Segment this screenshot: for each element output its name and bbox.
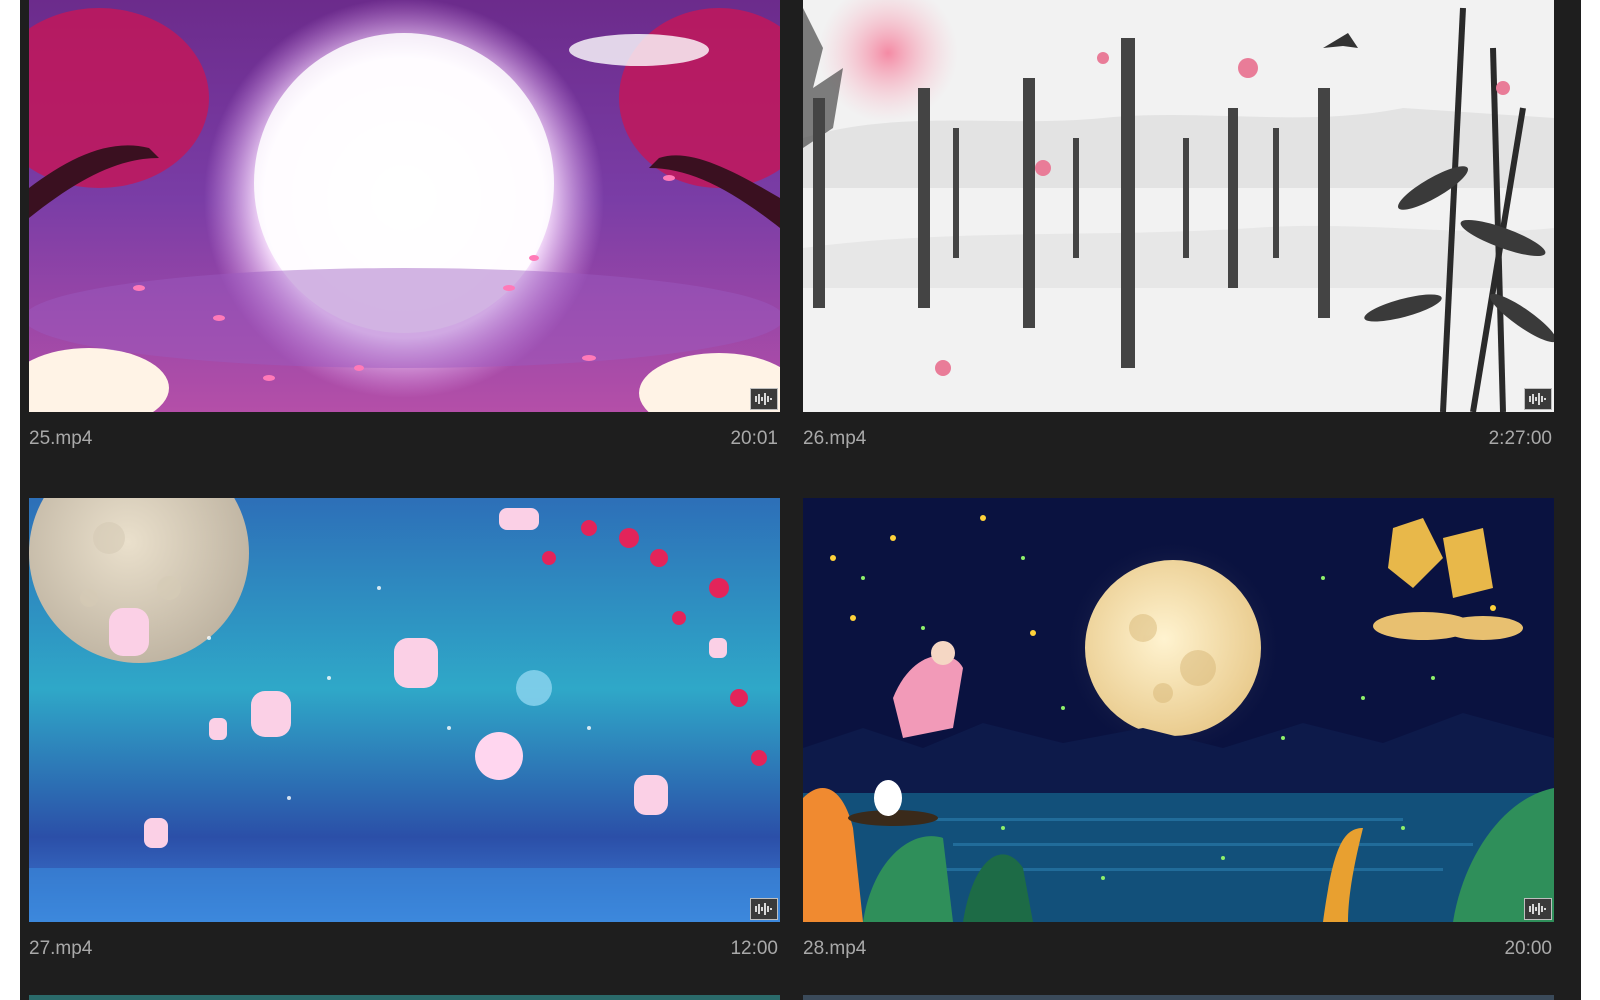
- thumbnail[interactable]: [29, 498, 780, 922]
- audio-waveform-badge[interactable]: [750, 388, 778, 410]
- audio-waveform-icon: [755, 903, 772, 915]
- thumbnail-image: [803, 0, 1554, 412]
- media-filename: 26.mp4: [803, 428, 867, 449]
- audio-waveform-badge[interactable]: [1524, 388, 1552, 410]
- thumbnail[interactable]: [29, 0, 780, 412]
- audio-waveform-icon: [1529, 903, 1546, 915]
- thumbnail-image: [803, 498, 1554, 922]
- audio-waveform-icon: [1529, 393, 1546, 405]
- thumbnail[interactable]: [803, 498, 1554, 922]
- media-duration: 20:00: [1504, 938, 1552, 959]
- media-item-28[interactable]: 28.mp4 20:00: [803, 498, 1554, 968]
- audio-waveform-badge[interactable]: [1524, 898, 1552, 920]
- media-duration: 20:01: [730, 428, 778, 449]
- media-item-25[interactable]: 25.mp4 20:01: [29, 0, 780, 458]
- media-caption: 28.mp4 20:00: [803, 922, 1554, 968]
- media-item-27[interactable]: 27.mp4 12:00: [29, 498, 780, 968]
- media-duration: 2:27:00: [1488, 428, 1552, 449]
- thumbnail[interactable]: [803, 0, 1554, 412]
- media-filename: 27.mp4: [29, 938, 93, 959]
- thumbnail-image: [29, 0, 780, 412]
- audio-waveform-icon: [755, 393, 772, 405]
- thumbnail-image: [29, 498, 780, 922]
- media-bin-panel: 25.mp4 20:01 26.mp4 2:27:00 27.mp4 12:00…: [20, 0, 1581, 1000]
- thumbnail-peek-right[interactable]: [803, 995, 1554, 1000]
- thumbnail-peek-left[interactable]: [29, 995, 780, 1000]
- audio-waveform-badge[interactable]: [750, 898, 778, 920]
- media-caption: 27.mp4 12:00: [29, 922, 780, 968]
- media-caption: 25.mp4 20:01: [29, 412, 780, 458]
- media-filename: 25.mp4: [29, 428, 93, 449]
- media-duration: 12:00: [730, 938, 778, 959]
- media-item-26[interactable]: 26.mp4 2:27:00: [803, 0, 1554, 458]
- media-filename: 28.mp4: [803, 938, 867, 959]
- media-caption: 26.mp4 2:27:00: [803, 412, 1554, 458]
